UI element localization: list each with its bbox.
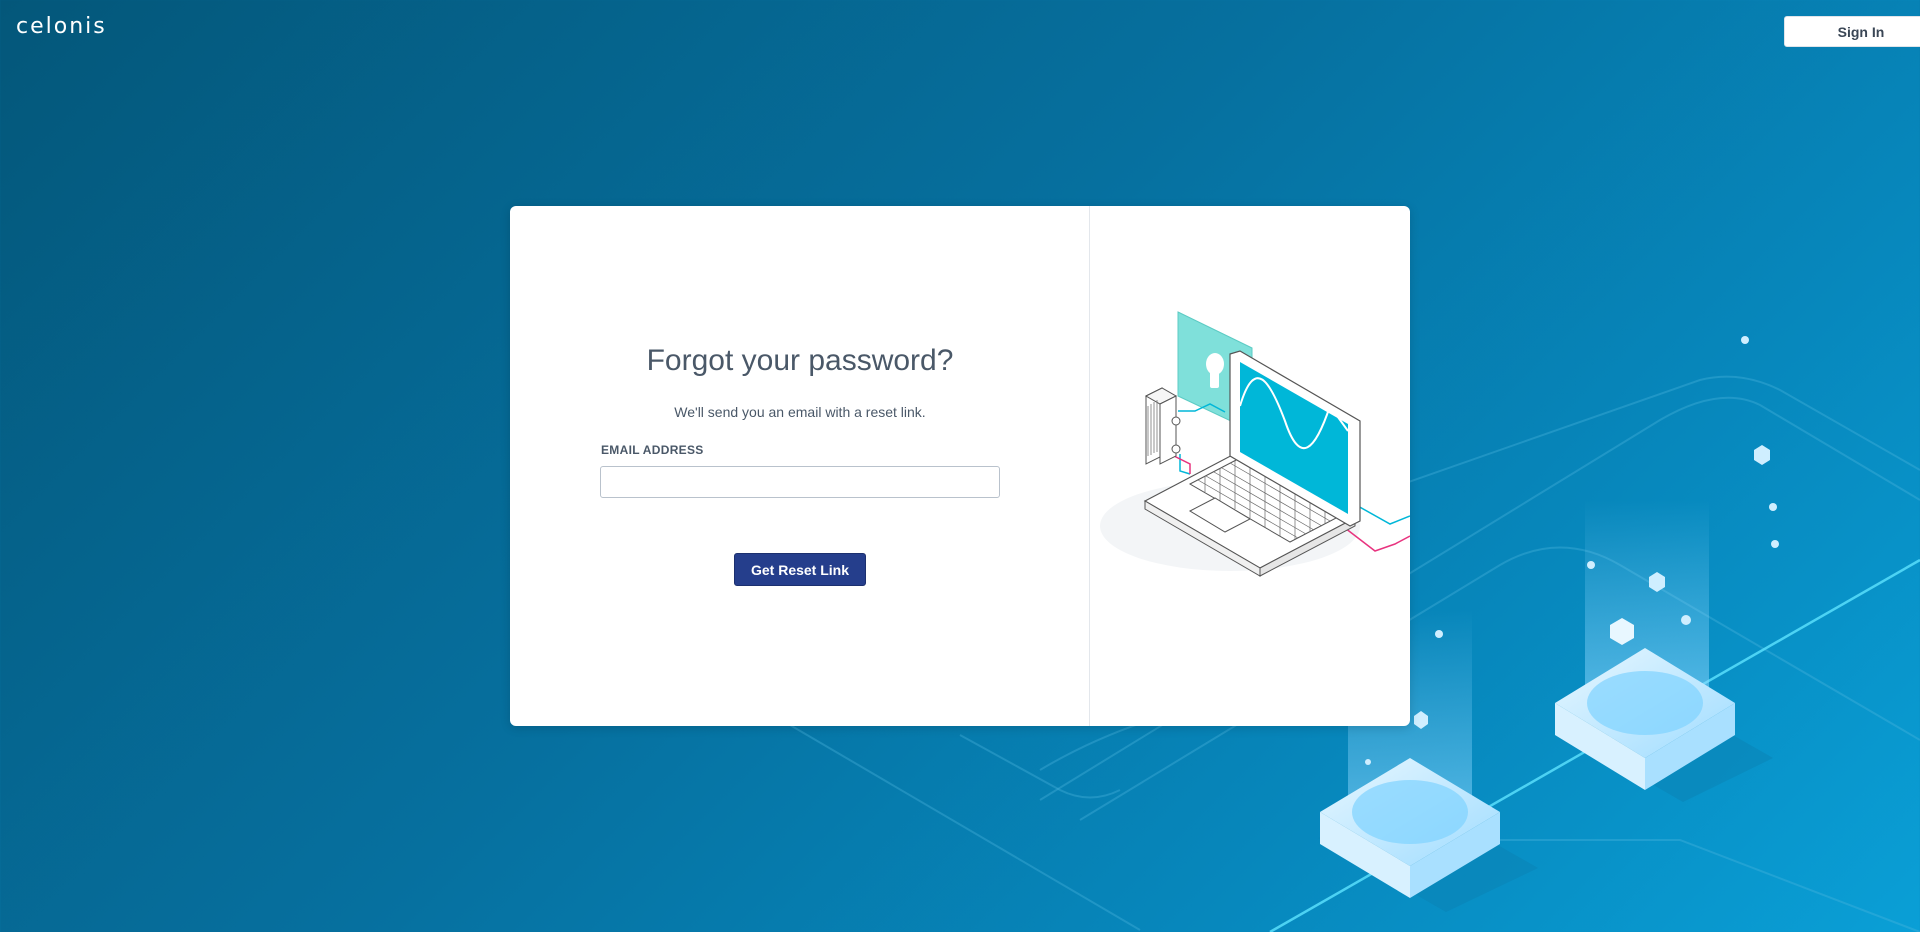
laptop-security-illustration <box>1100 311 1410 577</box>
forgot-password-card: Forgot your password? We'll send you an … <box>510 206 1410 726</box>
sign-in-button[interactable]: Sign In <box>1784 16 1920 47</box>
email-field[interactable] <box>600 466 1000 498</box>
illustration-panel <box>1090 206 1410 726</box>
email-label: EMAIL ADDRESS <box>601 443 704 457</box>
page-subtitle: We'll send you an email with a reset lin… <box>674 404 926 420</box>
celonis-logo[interactable]: celonis <box>16 14 107 39</box>
get-reset-link-button[interactable]: Get Reset Link <box>734 553 866 586</box>
form-panel: Forgot your password? We'll send you an … <box>510 206 1090 726</box>
page-title: Forgot your password? <box>646 344 954 377</box>
